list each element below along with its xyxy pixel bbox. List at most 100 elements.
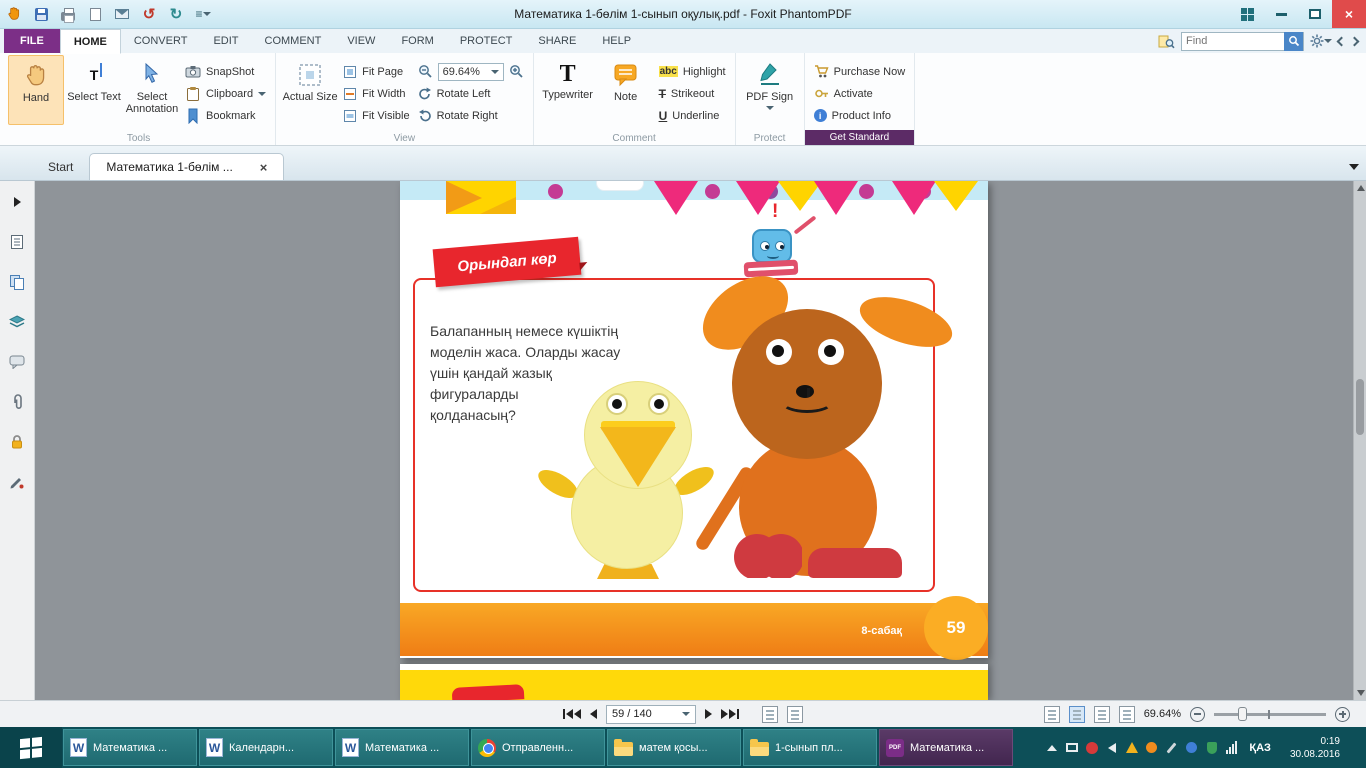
fit-width-button[interactable]: Fit Width [340,84,412,103]
find-doc-icon[interactable] [1158,34,1175,49]
rotate-left-button[interactable]: Rotate Left [415,84,527,103]
scroll-up-icon[interactable] [1357,185,1365,191]
save-button[interactable] [31,3,51,25]
panel-layers-button[interactable] [2,309,32,334]
rotate-right-button[interactable]: Rotate Right [415,106,527,125]
tab-edit[interactable]: EDIT [200,29,251,53]
undo-button[interactable] [139,3,159,25]
tab-comment[interactable]: COMMENT [252,29,335,53]
single-page-view-button[interactable] [1044,706,1060,723]
chevron-left-icon[interactable] [1337,36,1347,46]
note-button[interactable]: Note [598,55,654,125]
tab-help[interactable]: HELP [589,29,644,53]
zoom-combobox[interactable]: 69.64% [438,63,504,81]
zoom-in-button[interactable] [509,64,524,79]
tray-shield-icon[interactable] [1205,741,1218,754]
doc-tab-start[interactable]: Start [32,153,89,180]
panel-security-button[interactable] [2,429,32,454]
actual-size-button[interactable]: Actual Size [282,55,338,125]
scroll-down-icon[interactable] [1357,690,1365,696]
next-page-button[interactable] [705,705,712,723]
previous-page-button[interactable] [590,705,597,723]
continuous-view-button[interactable] [1069,706,1085,723]
tray-pencil-icon[interactable] [1165,741,1178,754]
doc-tab-current[interactable]: Математика 1-бөлім ... [89,153,284,180]
tray-expand-icon[interactable] [1045,741,1058,754]
snapshot-button[interactable]: SnapShot [182,62,269,81]
taskbar-item-foxit[interactable]: Математика ... [879,729,1013,766]
product-info-button[interactable]: Product Info [811,106,909,125]
taskbar-item-folder-1[interactable]: матем қосы... [607,729,741,766]
continuous-facing-view-button[interactable] [1119,706,1135,723]
print-button[interactable] [58,3,78,25]
zoom-out-button[interactable] [1190,707,1205,722]
strikeout-button[interactable]: Strikeout [656,84,729,103]
tray-display-icon[interactable] [1065,741,1078,754]
tab-home[interactable]: HOME [60,29,121,54]
highlight-button[interactable]: Highlight [656,62,729,81]
typewriter-button[interactable]: Typewriter [540,55,596,125]
find-search-button[interactable] [1284,32,1303,51]
close-button[interactable] [1332,0,1366,28]
email-button[interactable] [112,3,132,25]
taskbar-item-word-1[interactable]: Математика ... [63,729,197,766]
panel-attachments-button[interactable] [2,389,32,414]
zoom-slider[interactable] [1214,707,1326,721]
tab-protect[interactable]: PROTECT [447,29,526,53]
vertical-scrollbar[interactable] [1353,181,1366,700]
panel-signatures-button[interactable] [2,469,32,494]
activate-button[interactable]: Activate [811,84,909,103]
tab-convert[interactable]: CONVERT [121,29,201,53]
customize-quick-access-button[interactable] [193,3,213,25]
page-number-combobox[interactable]: 59 / 140 [606,705,696,724]
zoom-out-button[interactable] [418,64,433,79]
underline-button[interactable]: Underline [656,106,729,125]
print-preview-button[interactable] [85,3,105,25]
taskbar-item-chrome[interactable]: Отправленн... [471,729,605,766]
app-hand-icon[interactable] [4,3,24,25]
scrollbar-thumb[interactable] [1356,379,1364,435]
language-indicator[interactable]: ҚАЗ [1245,742,1275,754]
tab-list-caret[interactable] [1349,164,1359,170]
purchase-now-button[interactable]: Purchase Now [811,62,909,81]
get-standard-banner[interactable]: Get Standard [805,130,915,145]
zoom-in-button[interactable] [1335,707,1350,722]
panel-expand-button[interactable] [2,189,32,214]
taskbar-item-word-3[interactable]: Математика ... [335,729,469,766]
settings-gear-button[interactable] [1310,34,1332,48]
select-annotation-button[interactable]: Select Annotation [124,55,180,125]
ui-layout-button[interactable] [1230,0,1264,28]
tray-volume-icon[interactable] [1105,741,1118,754]
taskbar-item-word-2[interactable]: Календарн... [199,729,333,766]
tray-red-badge-icon[interactable] [1085,741,1098,754]
find-input[interactable] [1182,33,1284,50]
tab-file[interactable]: FILE [4,29,60,53]
facing-view-button[interactable] [1094,706,1110,723]
last-page-button[interactable] [721,705,739,723]
minimize-button[interactable] [1264,0,1298,28]
redo-button[interactable] [166,3,186,25]
tray-orange-ball-icon[interactable] [1145,741,1158,754]
taskbar-item-folder-2[interactable]: 1-сынып пл... [743,729,877,766]
start-button[interactable] [0,727,62,768]
next-view-button[interactable] [787,706,803,723]
panel-pages-button[interactable] [2,269,32,294]
fit-page-button[interactable]: Fit Page [340,62,412,81]
tab-close-icon[interactable] [260,160,268,175]
clipboard-button[interactable]: Clipboard [182,84,269,103]
maximize-button[interactable] [1298,0,1332,28]
bookmark-button[interactable]: Bookmark [182,106,269,125]
zoom-slider-thumb[interactable] [1238,707,1247,721]
fit-visible-button[interactable]: Fit Visible [340,106,412,125]
tab-form[interactable]: FORM [388,29,446,53]
tab-view[interactable]: VIEW [334,29,388,53]
previous-view-button[interactable] [762,706,778,723]
chevron-right-icon[interactable] [1350,36,1360,46]
select-text-button[interactable]: Select Text [66,55,122,125]
hand-tool-button[interactable]: Hand [8,55,64,125]
tab-share[interactable]: SHARE [525,29,589,53]
pdf-sign-button[interactable]: PDF Sign [742,55,798,125]
tray-network-icon[interactable] [1225,741,1238,754]
taskbar-clock[interactable]: 0:19 30.08.2016 [1282,735,1348,761]
panel-comments-button[interactable] [2,349,32,374]
